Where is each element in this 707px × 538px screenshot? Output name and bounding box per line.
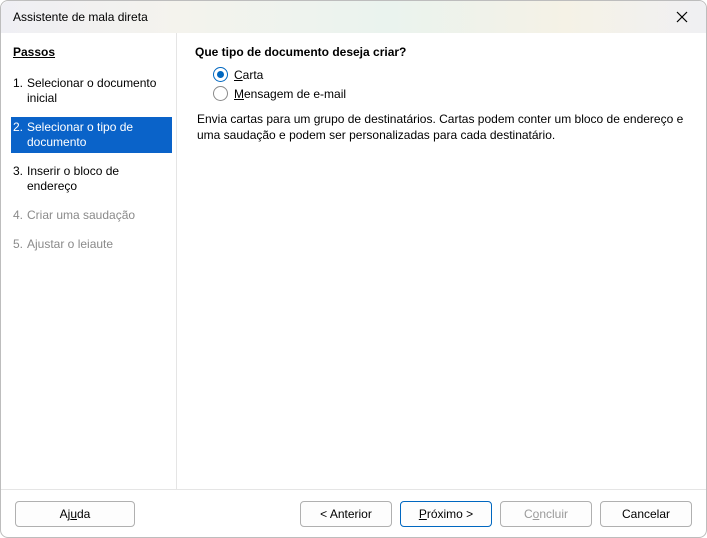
step-label: Criar uma saudação: [27, 208, 170, 223]
dialog-footer: Ajuda < Anterior Próximo > Concluir Canc…: [1, 489, 706, 537]
step-3[interactable]: 3. Inserir o bloco de endereço: [11, 161, 172, 197]
button-label: Próximo >: [419, 507, 473, 521]
step-number: 1.: [13, 76, 27, 106]
close-icon: [676, 11, 688, 23]
step-number: 3.: [13, 164, 27, 194]
step-4: 4. Criar uma saudação: [11, 205, 172, 226]
step-2[interactable]: 2. Selecionar o tipo de documento: [11, 117, 172, 153]
step-label: Inserir o bloco de endereço: [27, 164, 170, 194]
help-button[interactable]: Ajuda: [15, 501, 135, 527]
button-label: Concluir: [524, 507, 568, 521]
prev-button[interactable]: < Anterior: [300, 501, 392, 527]
dialog-window: Assistente de mala direta Passos 1. Sele…: [0, 0, 707, 538]
cancel-button[interactable]: Cancelar: [600, 501, 692, 527]
next-button[interactable]: Próximo >: [400, 501, 492, 527]
dialog-body: Passos 1. Selecionar o documento inicial…: [1, 33, 706, 489]
radio-indicator: [213, 67, 228, 82]
radio-option-carta[interactable]: Carta: [213, 67, 688, 82]
steps-sidebar: Passos 1. Selecionar o documento inicial…: [1, 33, 177, 489]
close-button[interactable]: [664, 4, 700, 30]
step-label: Selecionar o tipo de documento: [27, 120, 170, 150]
step-number: 4.: [13, 208, 27, 223]
step-label: Selecionar o documento inicial: [27, 76, 170, 106]
content-panel: Que tipo de documento deseja criar? Cart…: [177, 33, 706, 489]
content-heading: Que tipo de documento deseja criar?: [195, 45, 688, 59]
step-1[interactable]: 1. Selecionar o documento inicial: [11, 73, 172, 109]
dialog-title: Assistente de mala direta: [13, 10, 664, 24]
radio-indicator: [213, 86, 228, 101]
steps-heading: Passos: [11, 45, 172, 59]
finish-button: Concluir: [500, 501, 592, 527]
step-label: Ajustar o leiaute: [27, 237, 170, 252]
step-5: 5. Ajustar o leiaute: [11, 234, 172, 255]
radio-option-mensagem[interactable]: Mensagem de e-mail: [213, 86, 688, 101]
step-number: 2.: [13, 120, 27, 150]
button-label: < Anterior: [320, 507, 372, 521]
radio-label: Mensagem de e-mail: [234, 87, 346, 101]
button-label: Ajuda: [60, 507, 91, 521]
option-description: Envia cartas para um grupo de destinatár…: [197, 111, 687, 143]
radio-label: Carta: [234, 68, 263, 82]
step-number: 5.: [13, 237, 27, 252]
titlebar: Assistente de mala direta: [1, 1, 706, 33]
button-label: Cancelar: [622, 507, 670, 521]
